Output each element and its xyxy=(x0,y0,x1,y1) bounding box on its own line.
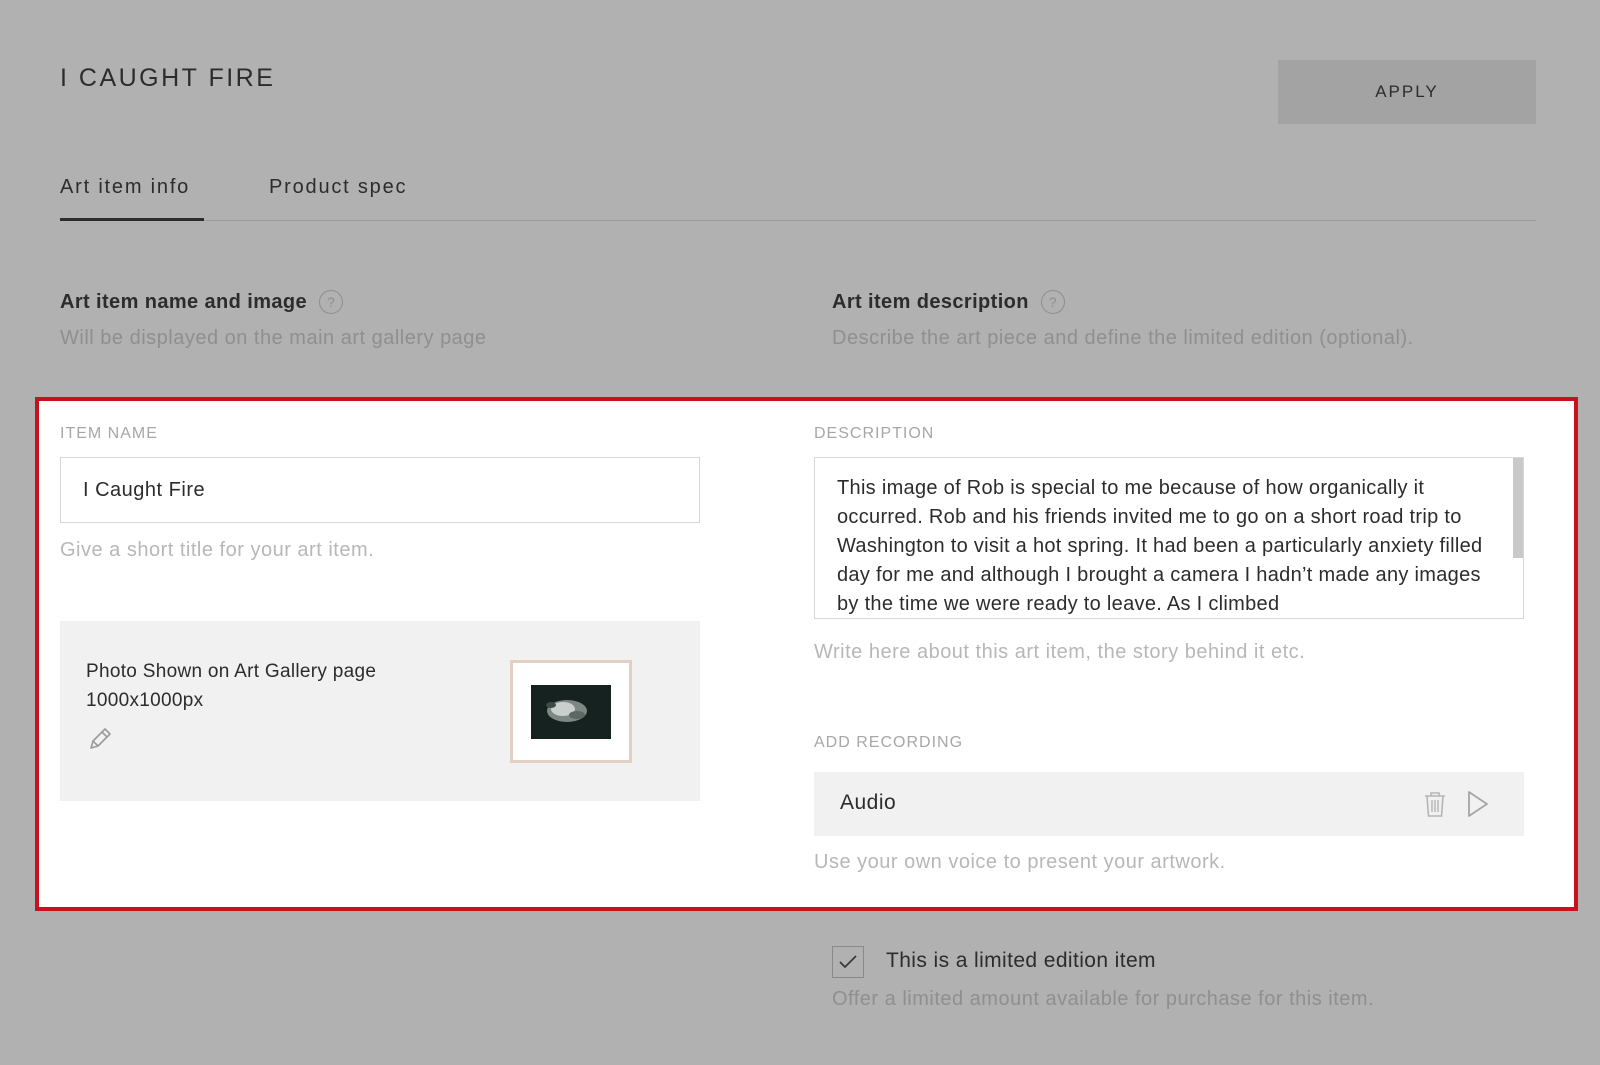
photo-caption: Photo Shown on Art Gallery page 1000x100… xyxy=(86,657,376,715)
description-section-heading: Art item description ? xyxy=(832,290,1065,314)
description-helper: Write here about this art item, the stor… xyxy=(814,641,1306,663)
item-name-helper: Give a short title for your art item. xyxy=(60,539,375,561)
play-icon[interactable] xyxy=(1466,789,1490,819)
limited-edition-label: This is a limited edition item xyxy=(886,949,1156,972)
add-recording-label: ADD RECORDING xyxy=(814,734,964,751)
item-name-label: ITEM NAME xyxy=(60,425,158,442)
checkmark-icon xyxy=(839,955,857,969)
apply-button[interactable]: APPLY xyxy=(1278,60,1536,124)
description-subtitle: Describe the art piece and define the li… xyxy=(832,327,1414,349)
limited-edition-checkbox[interactable] xyxy=(832,946,864,978)
description-label: DESCRIPTION xyxy=(814,425,935,442)
help-icon[interactable]: ? xyxy=(319,290,344,314)
photo-dimensions: 1000x1000px xyxy=(86,690,204,711)
pencil-icon[interactable] xyxy=(86,725,114,753)
highlighted-form-panel: ITEM NAME Give a short title for your ar… xyxy=(35,397,1578,911)
description-text: This image of Rob is special to me becau… xyxy=(837,477,1483,615)
audio-recording-bar: Audio xyxy=(814,772,1524,836)
recording-helper: Use your own voice to present your artwo… xyxy=(814,851,1226,873)
name-image-section-heading: Art item name and image ? xyxy=(60,290,344,314)
limited-edition-helper: Offer a limited amount available for pur… xyxy=(832,988,1375,1010)
audio-label: Audio xyxy=(840,791,897,814)
page-title: I CAUGHT FIRE xyxy=(60,64,276,92)
item-name-input[interactable] xyxy=(60,457,700,523)
artwork-photo xyxy=(531,684,611,739)
name-image-heading-text: Art item name and image xyxy=(60,290,308,313)
tab-art-item-info[interactable]: Art item info xyxy=(60,176,204,221)
tab-product-spec[interactable]: Product spec xyxy=(269,176,407,221)
description-heading-text: Art item description xyxy=(832,290,1029,313)
photo-caption-title: Photo Shown on Art Gallery page xyxy=(86,661,377,682)
tab-bar: Art item info Product spec xyxy=(60,176,1536,221)
help-icon[interactable]: ? xyxy=(1040,290,1065,314)
trash-icon[interactable] xyxy=(1422,790,1448,818)
photo-upload-box: Photo Shown on Art Gallery page 1000x100… xyxy=(60,621,700,801)
name-image-subtitle: Will be displayed on the main art galler… xyxy=(60,327,487,349)
description-textarea[interactable]: This image of Rob is special to me becau… xyxy=(814,457,1524,619)
artwork-thumbnail[interactable] xyxy=(510,660,632,763)
description-scrollbar[interactable] xyxy=(1513,458,1523,558)
